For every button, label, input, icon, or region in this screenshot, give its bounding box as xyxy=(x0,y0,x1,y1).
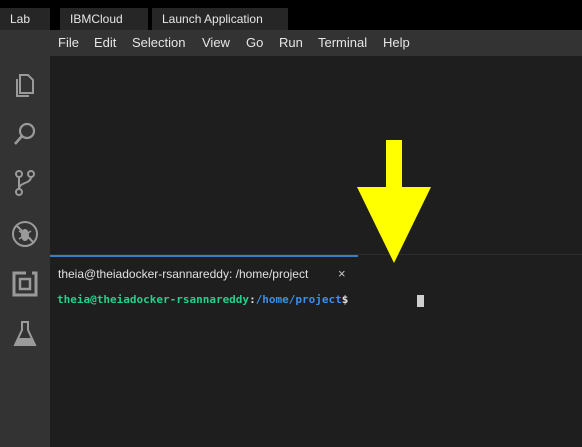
source-control-icon[interactable] xyxy=(0,163,50,203)
menu-view[interactable]: View xyxy=(202,30,230,56)
debug-icon[interactable] xyxy=(0,214,50,254)
search-icon[interactable] xyxy=(0,114,50,154)
menu-terminal[interactable]: Terminal xyxy=(318,30,367,56)
prompt-path: /home/project xyxy=(255,293,342,306)
terminal-prompt[interactable]: theia@theiadocker-rsannareddy:/home/proj… xyxy=(57,293,348,306)
browser-tab-strip: Lab IBMCloud Launch Application xyxy=(0,0,582,30)
menu-selection[interactable]: Selection xyxy=(132,30,185,56)
menu-run[interactable]: Run xyxy=(279,30,303,56)
menu-help[interactable]: Help xyxy=(383,30,410,56)
terminal-tab[interactable]: theia@theiadocker-rsannareddy: /home/pro… xyxy=(50,255,358,289)
menu-file[interactable]: File xyxy=(58,30,79,56)
prompt-user: theia@theiadocker-rsannareddy xyxy=(57,293,250,306)
terminal-cursor xyxy=(417,295,424,307)
terminal-tab-title: theia@theiadocker-rsannareddy: /home/pro… xyxy=(58,267,309,281)
prompt-dollar: $ xyxy=(341,293,349,306)
activity-bar xyxy=(0,56,50,447)
menu-go[interactable]: Go xyxy=(246,30,263,56)
extensions-icon[interactable] xyxy=(0,264,50,304)
terminal-panel: theia@theiadocker-rsannareddy: /home/pro… xyxy=(50,254,582,447)
menu-edit[interactable]: Edit xyxy=(94,30,116,56)
tab-ibmcloud[interactable]: IBMCloud xyxy=(60,8,148,30)
annotation-arrow-icon xyxy=(357,140,431,263)
lab-flask-icon[interactable] xyxy=(0,314,50,354)
tab-launch-application[interactable]: Launch Application xyxy=(152,8,288,30)
explorer-icon[interactable] xyxy=(0,64,50,104)
editor-area[interactable] xyxy=(50,56,582,254)
close-icon[interactable]: × xyxy=(338,266,346,281)
tab-lab[interactable]: Lab xyxy=(0,8,50,30)
prompt-separator: : xyxy=(249,293,256,306)
menu-bar: File Edit Selection View Go Run Terminal… xyxy=(0,30,582,56)
